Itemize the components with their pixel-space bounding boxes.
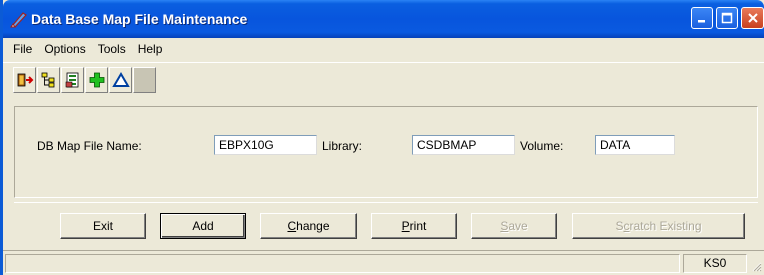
status-bar: KS0 bbox=[3, 250, 764, 275]
exit-button[interactable]: Exit bbox=[60, 213, 146, 239]
minimize-button[interactable] bbox=[691, 7, 713, 29]
records-icon bbox=[65, 72, 78, 88]
scratch-existing-button[interactable]: Scratch Existing bbox=[572, 213, 745, 239]
toolbar-records-button[interactable] bbox=[61, 67, 84, 93]
scratch-existing-button-label: Scratch Existing bbox=[615, 219, 702, 233]
app-window: Data Base Map File Maintenance File Opti… bbox=[0, 0, 764, 275]
add-button[interactable]: Add bbox=[160, 213, 246, 239]
library-field[interactable] bbox=[412, 135, 515, 155]
add-button-label: Add bbox=[192, 219, 214, 233]
change-button[interactable]: Change bbox=[260, 213, 357, 239]
print-button[interactable]: Print bbox=[371, 213, 457, 239]
volume-field[interactable] bbox=[595, 135, 675, 155]
exit-button-label: Exit bbox=[92, 219, 113, 233]
exit-door-icon bbox=[17, 73, 33, 87]
button-row-separator bbox=[14, 202, 758, 203]
title-bar[interactable]: Data Base Map File Maintenance bbox=[3, 0, 764, 38]
add-plus-icon bbox=[89, 72, 104, 88]
toolbar-buttons bbox=[13, 67, 157, 93]
toolbar-delta-button[interactable] bbox=[109, 67, 132, 93]
close-button[interactable] bbox=[741, 7, 764, 29]
delta-icon bbox=[111, 72, 130, 87]
map-file-panel: DB Map File Name: Library: Volume: bbox=[14, 106, 758, 198]
menu-options[interactable]: Options bbox=[38, 42, 91, 56]
map-file-label: DB Map File Name: bbox=[37, 139, 142, 153]
change-button-label: Change bbox=[287, 219, 330, 233]
tree-icon bbox=[41, 72, 54, 88]
toolbar bbox=[3, 62, 764, 98]
menu-help[interactable]: Help bbox=[132, 42, 169, 56]
map-file-field[interactable] bbox=[214, 135, 317, 155]
status-panel-user: KS0 bbox=[683, 254, 747, 273]
minimize-icon bbox=[698, 20, 705, 23]
menu-bar: File Options Tools Help bbox=[3, 38, 764, 60]
save-button-label: Save bbox=[500, 219, 528, 233]
save-button[interactable]: Save bbox=[471, 213, 557, 239]
app-icon bbox=[10, 12, 27, 28]
volume-label: Volume: bbox=[520, 139, 564, 153]
menu-tools[interactable]: Tools bbox=[92, 42, 132, 56]
maximize-button[interactable] bbox=[716, 7, 738, 29]
maximize-icon bbox=[721, 12, 733, 24]
close-icon bbox=[747, 13, 758, 23]
toolbar-blank-button[interactable] bbox=[133, 67, 156, 93]
library-label: Library: bbox=[322, 139, 363, 153]
print-button-label: Print bbox=[401, 219, 427, 233]
toolbar-tree-button[interactable] bbox=[37, 67, 60, 93]
status-panel-main bbox=[5, 254, 680, 273]
toolbar-add-button[interactable] bbox=[85, 67, 108, 93]
menu-file[interactable]: File bbox=[7, 42, 38, 56]
toolbar-exit-button[interactable] bbox=[13, 67, 36, 93]
window-title: Data Base Map File Maintenance bbox=[31, 11, 248, 27]
resize-grip-icon[interactable] bbox=[750, 260, 762, 272]
